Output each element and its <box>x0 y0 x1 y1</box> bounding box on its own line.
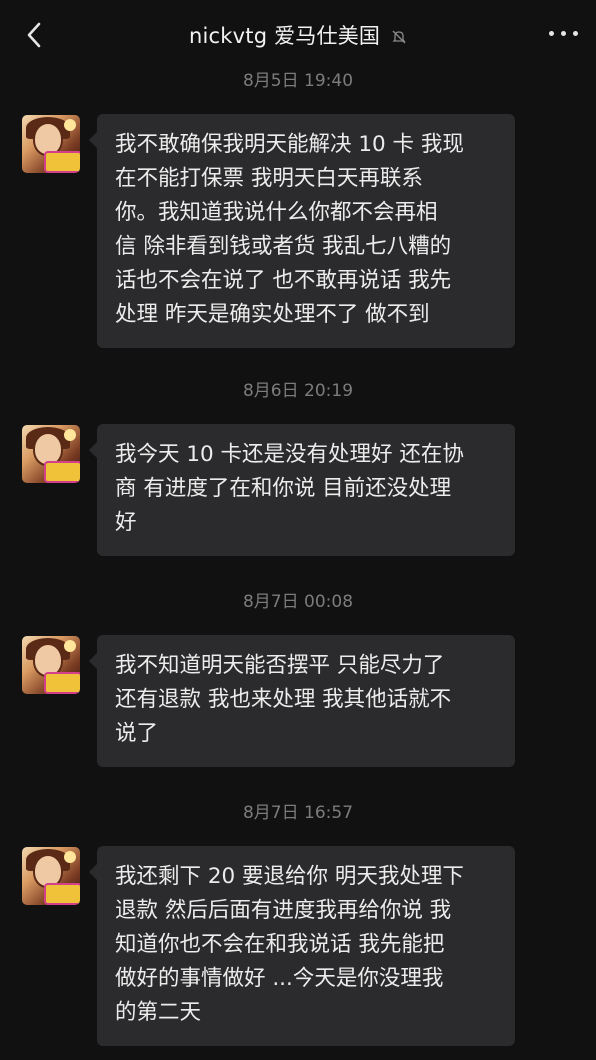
message-timestamp: 8月7日 16:57 <box>242 803 354 823</box>
bell-muted-icon <box>392 30 406 44</box>
message-bubble[interactable]: 我不敢确保我明天能解决 10 卡 我现 在不能打保票 我明天白天再联系 你。我知… <box>89 114 515 348</box>
chat-title: nickvtg 爱马仕美国 <box>188 24 381 48</box>
message-line: 好 <box>115 510 137 535</box>
chat-header: nickvtg 爱马仕美国 <box>0 0 596 64</box>
message-line: 还有退款 我也来处理 我其他话就不 <box>115 687 452 712</box>
message-line: 我还剩下 20 要退给你 明天我处理下 <box>115 864 464 889</box>
message-line: 做好的事情做好 ...今天是你没理我 <box>115 966 444 991</box>
message-line: 退款 然后后面有进度我再给你说 我 <box>115 898 452 923</box>
message-line: 说了 <box>115 721 159 746</box>
avatar[interactable] <box>22 636 80 694</box>
message-timestamp: 8月6日 20:19 <box>242 381 354 401</box>
avatar[interactable] <box>22 425 80 483</box>
message-line: 我不知道明天能否摆平 只能尽力了 <box>115 653 445 678</box>
message-line: 你。我知道我说什么你都不会再相 <box>115 200 438 225</box>
message-timestamp: 8月7日 00:08 <box>242 592 354 612</box>
message-line: 我今天 10 卡还是没有处理好 还在协 <box>115 442 464 467</box>
message-line: 商 有进度了在和你说 目前还没处理 <box>115 476 452 501</box>
chat-title-container: nickvtg 爱马仕美国 <box>0 20 596 50</box>
message-line: 在不能打保票 我明天白天再联系 <box>115 166 423 191</box>
avatar[interactable] <box>22 847 80 905</box>
more-dots-icon[interactable] <box>546 24 582 44</box>
message-bubble[interactable]: 我不知道明天能否摆平 只能尽力了 还有退款 我也来处理 我其他话就不 说了 <box>89 635 515 767</box>
message-timestamp: 8月5日 19:40 <box>242 71 354 91</box>
message-line: 我不敢确保我明天能解决 10 卡 我现 <box>115 132 464 157</box>
message-line: 的第二天 <box>115 1000 202 1025</box>
message-bubble[interactable]: 我还剩下 20 要退给你 明天我处理下 退款 然后后面有进度我再给你说 我 知道… <box>89 846 515 1046</box>
message-line: 话也不会在说了 也不敢再说话 我先 <box>115 268 452 293</box>
message-line: 知道你也不会在和我说话 我先能把 <box>115 932 445 957</box>
avatar[interactable] <box>22 115 80 173</box>
message-line: 处理 昨天是确实处理不了 做不到 <box>115 302 430 327</box>
message-bubble[interactable]: 我今天 10 卡还是没有处理好 还在协 商 有进度了在和你说 目前还没处理 好 <box>89 424 515 556</box>
message-line: 信 除非看到钱或者货 我乱七八糟的 <box>115 234 452 259</box>
